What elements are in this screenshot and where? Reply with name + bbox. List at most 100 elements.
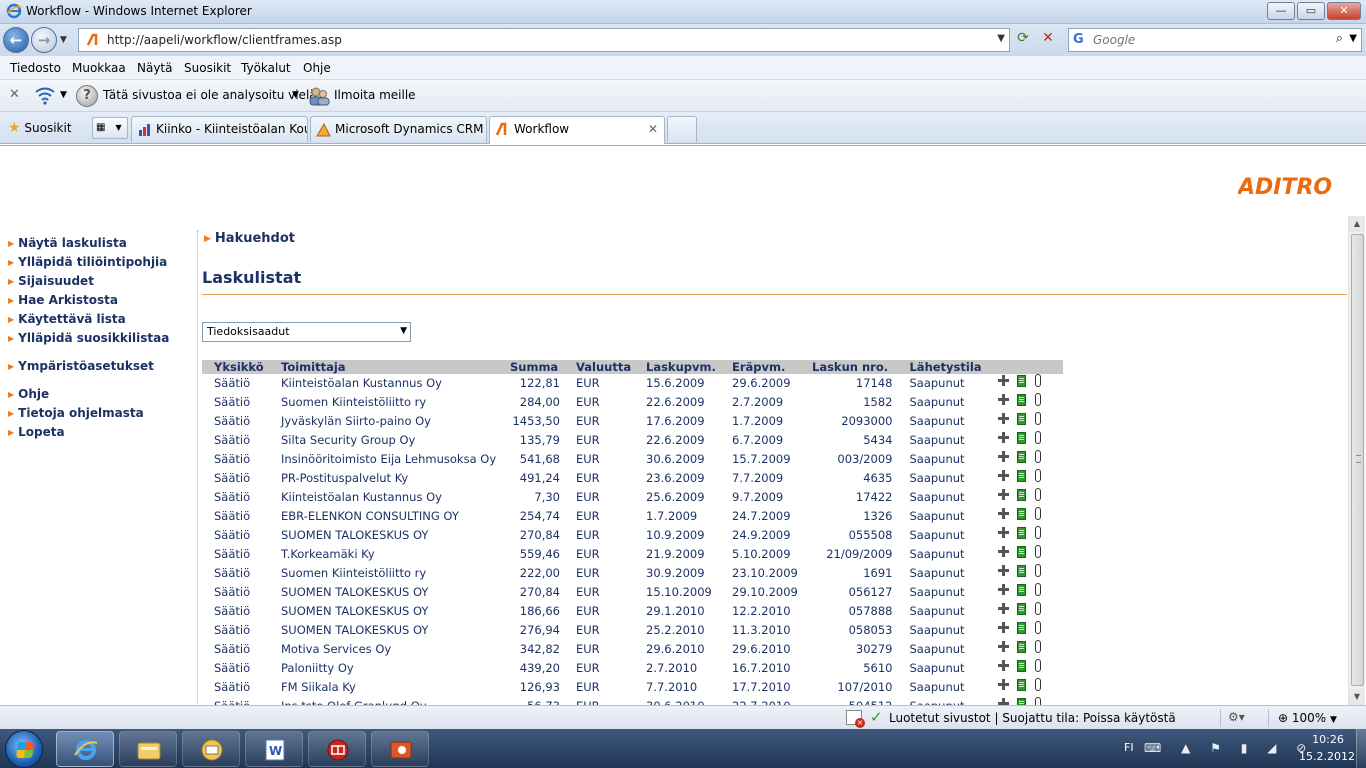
- paperclip-icon[interactable]: [1035, 564, 1042, 577]
- language-indicator[interactable]: FI: [1124, 741, 1134, 754]
- plus-icon[interactable]: [998, 584, 1010, 595]
- document-icon[interactable]: [1017, 603, 1027, 615]
- search-options-dropdown[interactable]: ▼: [1349, 33, 1357, 44]
- show-desktop-button[interactable]: [1356, 729, 1366, 768]
- recent-pages-dropdown[interactable]: ▼: [60, 35, 67, 45]
- refresh-button[interactable]: ⟳: [1013, 30, 1033, 50]
- tray-icons[interactable]: ⌨ ▲ ⚑ ▮ ◢ ⊘: [1144, 741, 1314, 755]
- table-row[interactable]: Säätiö Jyväskylän Siirto-paino Oy 1453,50 E…: [202, 412, 1063, 431]
- search-icon[interactable]: ⌕: [1336, 31, 1343, 46]
- paperclip-icon[interactable]: [1035, 431, 1042, 444]
- taskbar-powerpoint[interactable]: [371, 731, 429, 767]
- paperclip-icon[interactable]: [1035, 583, 1042, 596]
- tab-dynamics-crm[interactable]: Microsoft Dynamics CRM: [310, 116, 487, 142]
- table-row[interactable]: Säätiö Silta Security Group Oy 135,79 EUR 22…: [202, 431, 1063, 450]
- plus-icon[interactable]: [998, 660, 1010, 671]
- menu-tyokalut[interactable]: Työkalut: [241, 61, 291, 75]
- question-icon[interactable]: ?: [76, 85, 98, 107]
- paperclip-icon[interactable]: [1035, 545, 1042, 558]
- paperclip-icon[interactable]: [1035, 507, 1042, 520]
- nav-ohje[interactable]: ▶ Ohje: [8, 387, 49, 401]
- taskbar-outlook[interactable]: [182, 731, 240, 767]
- document-icon[interactable]: [1017, 622, 1027, 634]
- table-row[interactable]: Säätiö Insinööritoimisto Eija Lehmusoksa …: [202, 450, 1063, 469]
- address-bar[interactable]: http://aapeli/workflow/clientframes.asp …: [78, 28, 1010, 52]
- new-tab-button[interactable]: [667, 116, 697, 142]
- clock-time[interactable]: 10:26: [1306, 733, 1350, 746]
- table-row[interactable]: Säätiö FM Siikala Ky 126,93 EUR 7.7.2010 17.7…: [202, 678, 1063, 697]
- menu-ohje[interactable]: Ohje: [303, 61, 331, 75]
- col-header-laskupvm[interactable]: Laskupvm.: [646, 360, 732, 374]
- wifi-icon[interactable]: [34, 86, 56, 106]
- document-icon[interactable]: [1017, 679, 1027, 691]
- search-box[interactable]: G ⌕ ▼: [1068, 28, 1362, 52]
- wifi-dropdown[interactable]: ▼: [60, 90, 67, 100]
- address-dropdown-icon[interactable]: ▼: [997, 33, 1005, 44]
- blocked-content-icon[interactable]: [846, 710, 865, 728]
- taskbar-internet-explorer[interactable]: [56, 731, 114, 767]
- table-row[interactable]: Säätiö SUOMEN TALOKESKUS OY 276,94 EUR 25.2.…: [202, 621, 1063, 640]
- nav-kaytettava-lista[interactable]: ▶ Käytettävä lista: [8, 312, 126, 326]
- clock-date[interactable]: 15.2.2012: [1298, 750, 1356, 763]
- plus-icon[interactable]: [998, 565, 1010, 576]
- start-button[interactable]: [5, 730, 43, 768]
- table-row[interactable]: Säätiö SUOMEN TALOKESKUS OY 186,66 EUR 29.1.…: [202, 602, 1063, 621]
- paperclip-icon[interactable]: [1035, 412, 1042, 425]
- document-icon[interactable]: [1017, 394, 1027, 406]
- nav-yllapida-suosikkilistaa[interactable]: ▶ Ylläpidä suosikkilistaa: [8, 331, 169, 345]
- plus-icon[interactable]: [998, 679, 1010, 690]
- paperclip-icon[interactable]: [1035, 526, 1042, 539]
- paperclip-icon[interactable]: [1035, 602, 1042, 615]
- site-analysis-text[interactable]: Tätä sivustoa ei ole analysoitu vielä: [103, 88, 317, 102]
- col-header-toimittaja[interactable]: Toimittaja: [281, 360, 510, 374]
- plus-icon[interactable]: [998, 527, 1010, 538]
- taskbar-firewall[interactable]: [308, 731, 366, 767]
- scroll-up-arrow-icon[interactable]: ▲: [1349, 216, 1365, 232]
- paperclip-icon[interactable]: [1035, 659, 1042, 672]
- close-tab-icon[interactable]: ✕: [648, 122, 658, 136]
- zoom-control[interactable]: ⊕ 100% ▼: [1278, 711, 1337, 725]
- paperclip-icon[interactable]: [1035, 621, 1042, 634]
- paperclip-icon[interactable]: [1035, 469, 1042, 482]
- col-header-lahetystila[interactable]: Lähetystila: [909, 360, 998, 374]
- taskbar-file-explorer[interactable]: [119, 731, 177, 767]
- people-icon[interactable]: [308, 85, 330, 107]
- document-icon[interactable]: [1017, 660, 1027, 672]
- document-icon[interactable]: [1017, 451, 1027, 463]
- quick-tabs-button[interactable]: ▦ ▼: [92, 117, 128, 139]
- col-header-summa[interactable]: Summa: [510, 360, 560, 374]
- maximize-button[interactable]: ▭: [1297, 2, 1325, 20]
- minimize-button[interactable]: —: [1267, 2, 1295, 20]
- nav-sijaisuudet[interactable]: ▶ Sijaisuudet: [8, 274, 94, 288]
- document-icon[interactable]: [1017, 375, 1027, 387]
- scrollbar-thumb[interactable]: [1351, 234, 1364, 686]
- nav-yllapida-tiliointipohjia[interactable]: ▶ Ylläpidä tiliöintipohjia: [8, 255, 167, 269]
- col-header-valuutta[interactable]: Valuutta: [576, 360, 646, 374]
- plus-icon[interactable]: [998, 489, 1010, 500]
- plus-icon[interactable]: [998, 622, 1010, 633]
- tab-kiinko[interactable]: Kiinko - Kiinteistöalan Kou...: [131, 116, 308, 142]
- table-row[interactable]: Säätiö EBR-ELENKON CONSULTING OY 254,74 EUR…: [202, 507, 1063, 526]
- protected-mode-icon[interactable]: ⚙▾: [1228, 710, 1245, 724]
- table-row[interactable]: Säätiö SUOMEN TALOKESKUS OY 270,84 EUR 10.9.…: [202, 526, 1063, 545]
- search-criteria-toggle[interactable]: ▶ Hakuehdot: [204, 231, 295, 246]
- table-row[interactable]: Säätiö Paloniitty Oy 439,20 EUR 2.7.2010 16.7…: [202, 659, 1063, 678]
- plus-icon[interactable]: [998, 375, 1010, 386]
- back-button[interactable]: ←: [3, 27, 29, 53]
- paperclip-icon[interactable]: [1035, 640, 1042, 653]
- table-row[interactable]: Säätiö PR-Postituspalvelut Ky 491,24 EUR 23.…: [202, 469, 1063, 488]
- table-row[interactable]: Säätiö Kiinteistöalan Kustannus Oy 7,30 EUR…: [202, 488, 1063, 507]
- col-header-laskun-nro[interactable]: Laskun nro.: [812, 360, 893, 374]
- nav-ymparistoasetukset[interactable]: ▶ Ympäristöasetukset: [8, 359, 154, 373]
- document-icon[interactable]: [1017, 546, 1027, 558]
- paperclip-icon[interactable]: [1035, 393, 1042, 406]
- forward-button[interactable]: →: [31, 27, 57, 53]
- nav-lopeta[interactable]: ▶ Lopeta: [8, 425, 65, 439]
- table-row[interactable]: Säätiö Motiva Services Oy 342,82 EUR 29.6.20…: [202, 640, 1063, 659]
- scroll-down-arrow-icon[interactable]: ▼: [1349, 689, 1365, 705]
- paperclip-icon[interactable]: [1035, 488, 1042, 501]
- list-type-select[interactable]: Tiedoksisaadut ▼: [202, 322, 411, 342]
- plus-icon[interactable]: [998, 470, 1010, 481]
- document-icon[interactable]: [1017, 413, 1027, 425]
- document-icon[interactable]: [1017, 470, 1027, 482]
